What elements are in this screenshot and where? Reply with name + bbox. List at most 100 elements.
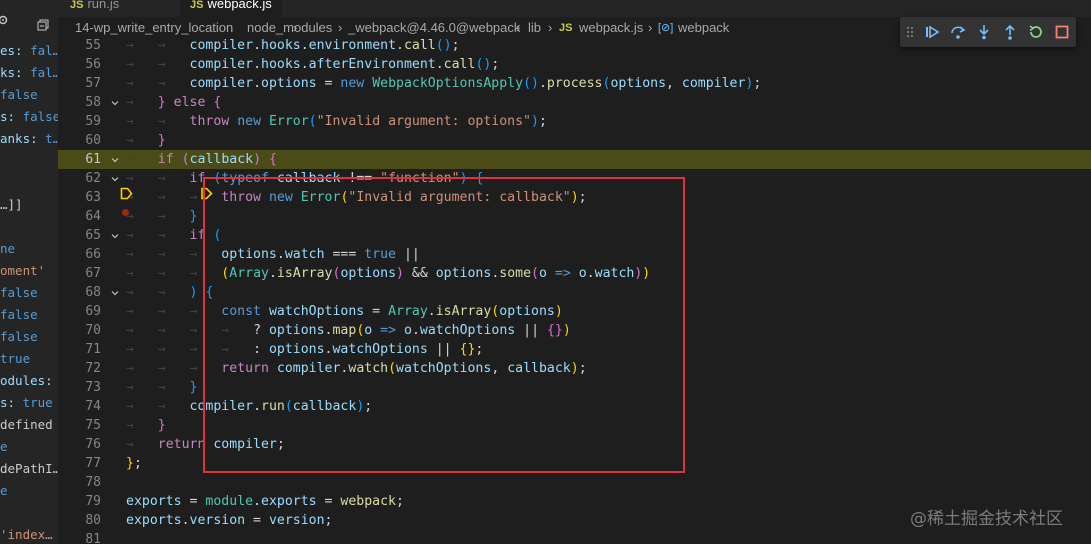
code-token: options (261, 76, 317, 91)
gear-icon[interactable] (0, 14, 9, 26)
variable-row[interactable]: false (0, 305, 38, 324)
code-token: isArray (435, 304, 492, 319)
step-over-icon[interactable] (950, 24, 966, 40)
code-token: ) (570, 190, 579, 205)
line-number[interactable]: 62 (58, 169, 101, 188)
variable-row[interactable]: e (0, 437, 8, 456)
line-number[interactable]: 71 (58, 340, 101, 359)
line-number[interactable]: 80 (58, 511, 101, 530)
breakpoint-icon[interactable] (122, 209, 129, 216)
variable-value: false (22, 109, 58, 124)
code-token: ) (642, 266, 651, 281)
line-number[interactable]: 77 (58, 454, 101, 473)
step-into-icon[interactable] (976, 24, 992, 40)
collapse-all-icon[interactable] (37, 19, 49, 31)
variable-row[interactable]: true (0, 349, 30, 368)
restart-icon[interactable] (1028, 24, 1044, 40)
code-line: 56 → → compiler.hooks.afterEnvironment.ca… (58, 55, 1091, 74)
line-number[interactable]: 60 (58, 131, 101, 150)
variable-key: anks: (0, 131, 46, 146)
line-number[interactable]: 75 (58, 416, 101, 435)
variable-row[interactable]: anks: t… (0, 129, 58, 148)
tab-run-js[interactable]: JS run.js (70, 0, 119, 17)
line-number[interactable]: 81 (58, 530, 101, 544)
code-token: ; (578, 361, 587, 376)
line-number[interactable]: 79 (58, 492, 101, 511)
code-token: = (316, 76, 341, 91)
code-token: compiler (189, 38, 254, 53)
code-token: callback (507, 361, 571, 376)
code-text: → → → const watchOptions = Array.isArray… (126, 302, 563, 321)
variable-row[interactable]: s: false (0, 107, 58, 126)
line-number[interactable]: 72 (58, 359, 101, 378)
chevron-down-icon[interactable] (111, 156, 119, 164)
breakpoint-current-icon[interactable] (120, 187, 133, 200)
code-token: . (435, 57, 444, 72)
variable-row[interactable]: 'index… (0, 525, 53, 544)
code-token: . (253, 399, 262, 414)
continue-icon[interactable] (924, 24, 940, 40)
line-number[interactable]: 63 (58, 188, 101, 207)
code-token: compiler (681, 76, 746, 91)
line-number[interactable]: 78 (58, 473, 101, 492)
line-number[interactable]: 61 (58, 150, 101, 169)
variable-row[interactable]: false (0, 327, 38, 346)
code-token: watchOptions (419, 323, 516, 338)
line-number[interactable]: 59 (58, 112, 101, 131)
variable-row[interactable]: …]] (0, 195, 23, 214)
variable-row[interactable]: false (0, 283, 38, 302)
drag-handle-icon[interactable] (906, 24, 914, 40)
line-number[interactable]: 56 (58, 55, 101, 74)
line-number[interactable]: 74 (58, 397, 101, 416)
code-line: 73 → → } (58, 378, 1091, 397)
code-token: . (181, 513, 190, 528)
code-token: . (253, 76, 262, 91)
line-number[interactable]: 70 (58, 321, 101, 340)
tab-webpack-js[interactable]: JS webpack.js (180, 0, 282, 17)
variable-row[interactable]: false (0, 85, 38, 104)
code-token: run (261, 399, 285, 414)
variable-row[interactable]: odules: f (0, 371, 58, 390)
variable-key: odules: (0, 373, 58, 388)
line-number[interactable]: 57 (58, 74, 101, 93)
chevron-down-icon[interactable] (111, 175, 119, 183)
stop-icon[interactable] (1054, 24, 1070, 40)
line-number[interactable]: 76 (58, 435, 101, 454)
code-text: → } (126, 416, 166, 435)
step-out-icon[interactable] (1002, 24, 1018, 40)
code-line: 72 → → → return compiler.watch(watchOptio… (58, 359, 1091, 378)
line-number[interactable]: 69 (58, 302, 101, 321)
variable-row[interactable]: dePathI… (0, 459, 58, 478)
variable-row[interactable]: ne (0, 239, 15, 258)
code-token: ) (562, 323, 571, 338)
code-line: 75 → } (58, 416, 1091, 435)
line-number[interactable]: 73 (58, 378, 101, 397)
code-line: 74 → → compiler.run(callback); (58, 397, 1091, 416)
variable-row[interactable]: e (0, 481, 8, 500)
code-token: callback (276, 171, 341, 186)
line-number[interactable]: 68 (58, 283, 101, 302)
chevron-down-icon[interactable] (111, 99, 119, 107)
chevron-down-icon[interactable] (111, 232, 119, 240)
code-line: 62 → → if (typeof callback !== "function"… (58, 169, 1091, 188)
line-number[interactable]: 67 (58, 264, 101, 283)
code-text: → → → throw new Error("Invalid argument:… (126, 188, 587, 207)
line-number[interactable]: 66 (58, 245, 101, 264)
variable-row[interactable]: s: true (0, 393, 53, 412)
chevron-down-icon[interactable] (111, 289, 119, 297)
code-token: || (396, 247, 420, 262)
code-token: . (253, 57, 262, 72)
line-number[interactable]: 58 (58, 93, 101, 112)
variable-row[interactable]: ks: fal… (0, 63, 58, 82)
line-number[interactable]: 55 (58, 36, 101, 55)
variable-row[interactable]: defined (0, 415, 53, 434)
variable-row[interactable]: es: fal… (0, 41, 58, 60)
code-text: → → → → : options.watchOptions || {}; (126, 340, 483, 359)
code-text: → → → (Array.isArray(options) && options… (126, 264, 650, 283)
line-number[interactable]: 64 (58, 207, 101, 226)
code-token: exports (126, 494, 182, 509)
variable-row[interactable]: oment' (0, 261, 45, 280)
code-editor[interactable]: 55 → → compiler.hooks.environment.call();… (58, 36, 1091, 544)
line-number[interactable]: 65 (58, 226, 101, 245)
